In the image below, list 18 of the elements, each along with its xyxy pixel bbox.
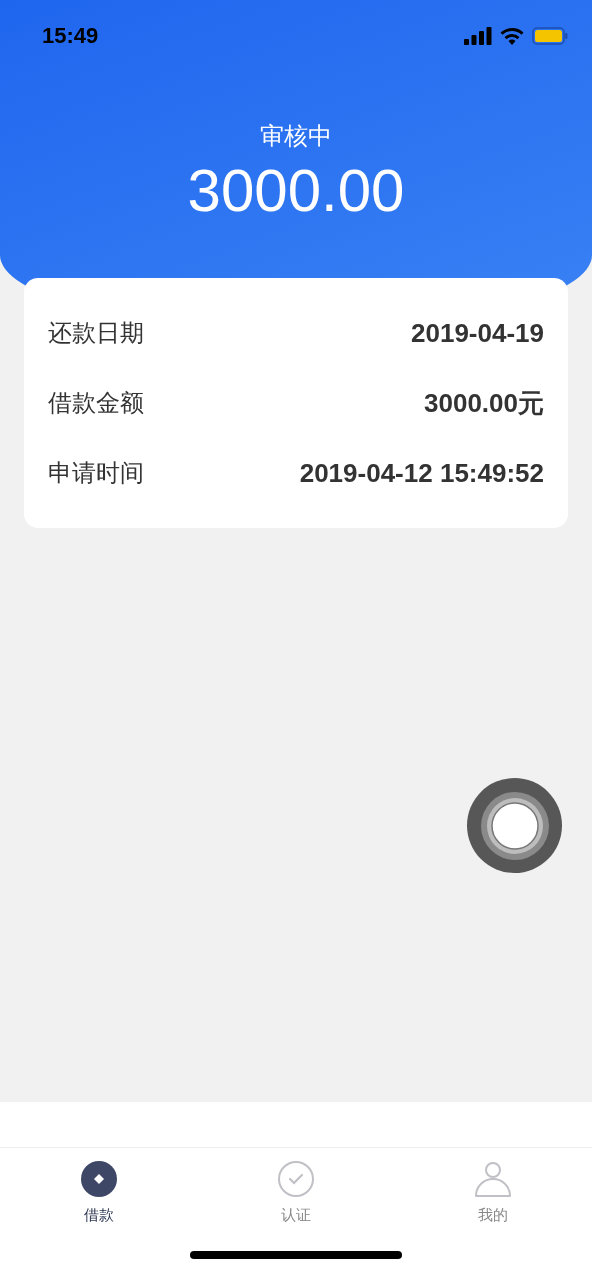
tab[interactable]: 我的	[394, 1148, 592, 1240]
person-icon	[474, 1160, 513, 1198]
detail-label: 申请时间	[48, 458, 144, 488]
review-status: 审核中	[260, 121, 332, 151]
tab[interactable]: 认证	[197, 1148, 395, 1240]
status-time: 15:49	[42, 23, 99, 49]
detail-label: 还款日期	[48, 318, 144, 348]
detail-value: 2019-04-19	[411, 317, 544, 349]
detail-label: 借款金额	[48, 388, 144, 418]
check-circle-icon	[277, 1160, 315, 1198]
wifi-icon	[500, 27, 524, 45]
ring-icon	[479, 790, 550, 861]
loan-amount: 3000.00	[187, 158, 405, 224]
tab[interactable]: 借款	[0, 1148, 198, 1240]
battery-icon	[532, 27, 568, 45]
detail-value: 2019-04-12 15:49:52	[299, 457, 544, 489]
signal-icon	[464, 27, 492, 45]
detail-value: 3000.00元	[424, 386, 544, 420]
